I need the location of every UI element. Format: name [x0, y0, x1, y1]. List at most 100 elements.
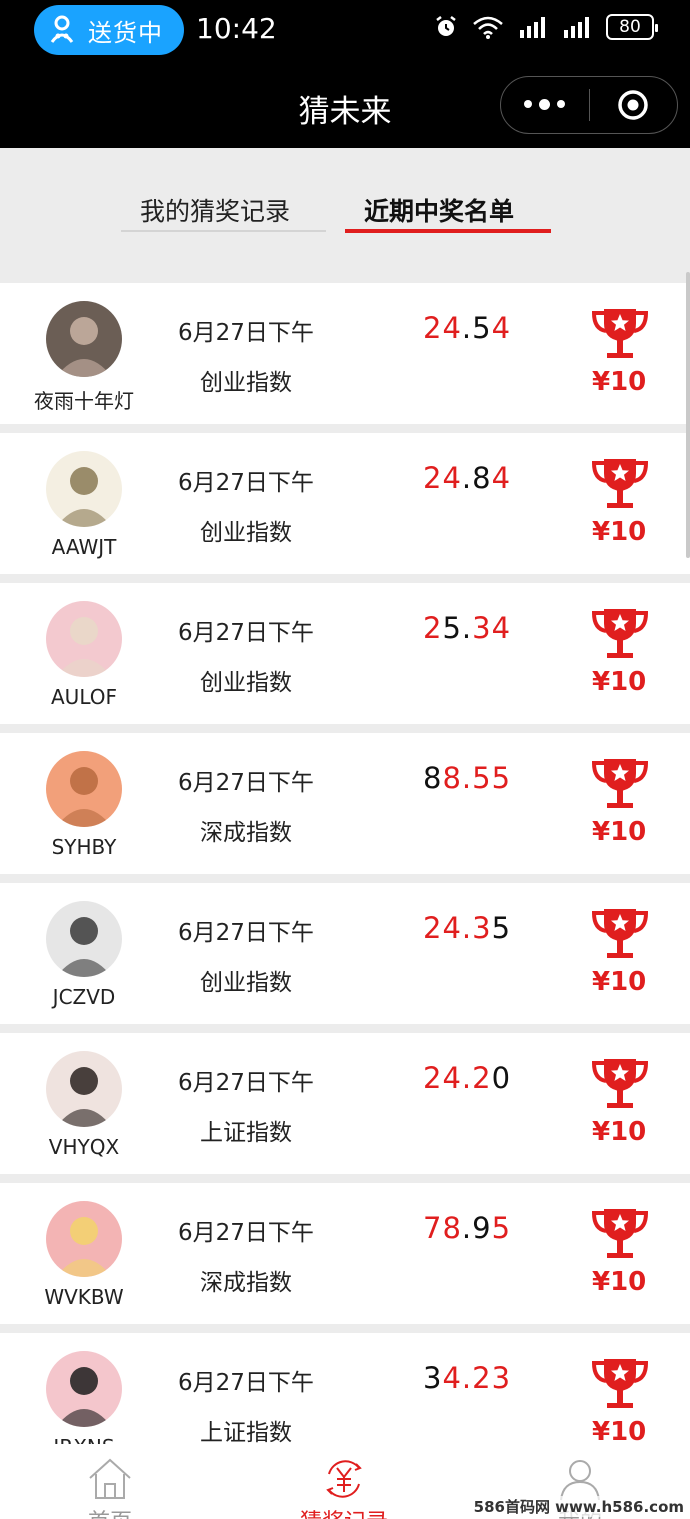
value-digit-matched: 4 [491, 461, 512, 495]
nav-bar: 猜未来 [0, 60, 690, 148]
winner-row[interactable]: SYHBY 6月27日下午 深成指数 88.55 ¥10 [0, 733, 690, 874]
guess-date: 6月27日下午 [178, 770, 314, 796]
winner-row[interactable]: AULOF 6月27日下午 创业指数 25.34 ¥10 [0, 583, 690, 724]
trophy-icon [590, 455, 650, 513]
winner-name: AULOF [51, 685, 117, 709]
value-digit-matched: 78 [423, 1211, 462, 1245]
guess-date: 6月27日下午 [178, 470, 314, 496]
guess-date: 6月27日下午 [178, 320, 314, 346]
prize-amount: ¥10 [592, 1117, 647, 1147]
clock: 10:42 [196, 12, 277, 45]
winner-row[interactable]: AAWJT 6月27日下午 创业指数 24.84 ¥10 [0, 433, 690, 574]
guessed-value: 24.84 [423, 461, 511, 495]
guess-date: 6月27日下午 [178, 620, 314, 646]
trophy-icon [590, 905, 650, 963]
signal-icon-2 [564, 17, 589, 38]
prize-amount: ¥10 [592, 967, 647, 997]
guessed-value: 24.54 [423, 311, 511, 345]
value-digit-unmatched: .9 [461, 1211, 492, 1245]
avatar[interactable] [46, 751, 122, 827]
value-digit-matched: 5 [491, 1211, 512, 1245]
value-digit-unmatched: 0 [491, 1061, 512, 1095]
avatar[interactable] [46, 1201, 122, 1277]
value-digit-unmatched: 8 [472, 461, 492, 495]
index-name: 深成指数 [200, 820, 292, 846]
guessed-value: 24.20 [423, 1061, 511, 1095]
alarm-icon [436, 16, 456, 36]
winner-name: AAWJT [51, 535, 117, 559]
close-mini-program-button[interactable] [590, 88, 678, 122]
battery-icon: 80 [606, 14, 658, 40]
winner-row[interactable]: VHYQX 6月27日下午 上证指数 24.20 ¥10 [0, 1033, 690, 1174]
tab-underline-inactive [121, 230, 326, 232]
tabbar-home[interactable]: 首页 [40, 1444, 180, 1519]
winner-name: 夜雨十年灯 [34, 389, 134, 413]
prize-amount: ¥10 [592, 367, 647, 397]
prize-amount: ¥10 [592, 1417, 647, 1447]
avatar[interactable] [46, 301, 122, 377]
delivery-app-icon [42, 10, 82, 50]
scrollbar[interactable] [686, 272, 690, 558]
prize-amount: ¥10 [592, 817, 647, 847]
prize-amount: ¥10 [592, 667, 647, 697]
winner-row[interactable]: JCZVD 6月27日下午 创业指数 24.35 ¥10 [0, 883, 690, 1024]
value-digit-unmatched: 5 [491, 911, 512, 945]
guessed-value: 88.55 [423, 761, 511, 795]
value-digit-matched: 24 [423, 461, 462, 495]
avatar[interactable] [46, 601, 122, 677]
target-icon [618, 90, 648, 120]
index-name: 创业指数 [200, 520, 292, 546]
index-name: 深成指数 [200, 1270, 292, 1296]
home-icon [89, 1458, 131, 1499]
guess-date: 6月27日下午 [178, 1370, 314, 1396]
value-digit-unmatched: 8 [423, 761, 443, 795]
avatar[interactable] [46, 1351, 122, 1427]
guessed-value: 25.34 [423, 611, 511, 645]
value-digit-matched: 24.2 [423, 1061, 492, 1095]
value-digit-unmatched: . [461, 461, 473, 495]
avatar[interactable] [46, 901, 122, 977]
delivery-status-pill[interactable]: 送货中 [34, 5, 184, 55]
tab-recent-winners[interactable]: 近期中奖名单 [364, 192, 514, 228]
tabbar-record-label: 猜奖记录 [274, 1504, 414, 1519]
index-name: 创业指数 [200, 970, 292, 996]
trophy-icon [590, 1205, 650, 1263]
tabbar-home-label: 首页 [40, 1504, 180, 1519]
tabbar-record[interactable]: 猜奖记录 [274, 1444, 414, 1519]
trophy-icon [590, 605, 650, 663]
trophy-icon [590, 1355, 650, 1413]
trophy-icon [590, 305, 650, 363]
value-digit-matched: 4.23 [442, 1361, 512, 1395]
winner-row[interactable]: WVKBW 6月27日下午 深成指数 78.95 ¥10 [0, 1183, 690, 1324]
guessed-value: 24.35 [423, 911, 511, 945]
guess-date: 6月27日下午 [178, 1070, 314, 1096]
tab-my-records[interactable]: 我的猜奖记录 [140, 192, 290, 228]
value-digit-matched: 4 [491, 311, 512, 345]
signal-icon [520, 17, 545, 38]
guessed-value: 78.95 [423, 1211, 511, 1245]
index-name: 上证指数 [200, 1420, 292, 1446]
winner-name: JCZVD [52, 985, 116, 1009]
index-name: 上证指数 [200, 1120, 292, 1146]
value-digit-unmatched: 5 [472, 311, 492, 345]
status-icons: 80 [434, 14, 658, 40]
guess-date: 6月27日下午 [178, 1220, 314, 1246]
yuan-record-icon [326, 1460, 362, 1498]
index-name: 创业指数 [200, 670, 292, 696]
wifi-icon [473, 16, 503, 39]
prize-amount: ¥10 [592, 517, 647, 547]
index-name: 创业指数 [200, 370, 292, 396]
mini-program-capsule [500, 76, 678, 134]
value-digit-unmatched: . [461, 311, 473, 345]
winner-row[interactable]: 夜雨十年灯 6月27日下午 创业指数 24.54 ¥10 [0, 283, 690, 424]
more-options-button[interactable] [501, 99, 589, 110]
avatar[interactable] [46, 451, 122, 527]
avatar[interactable] [46, 1051, 122, 1127]
prize-amount: ¥10 [592, 1267, 647, 1297]
value-digit-matched: 34 [472, 611, 512, 645]
trophy-icon [590, 755, 650, 813]
value-digit-matched: 24.3 [423, 911, 492, 945]
tab-underline-active [345, 229, 551, 233]
guessed-value: 34.23 [423, 1361, 511, 1395]
value-digit-unmatched: 3 [423, 1361, 443, 1395]
